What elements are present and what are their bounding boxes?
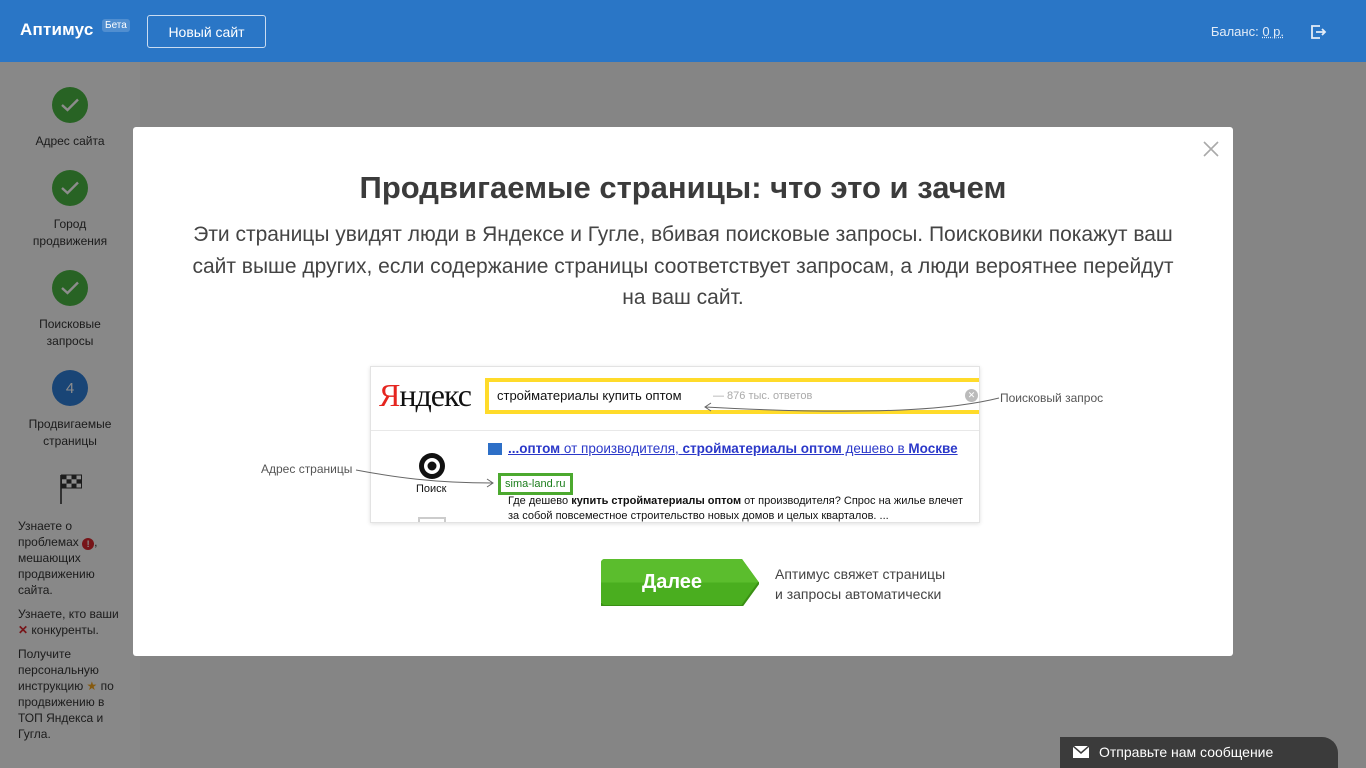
new-site-button[interactable]: Новый сайт — [147, 15, 266, 48]
search-tab-label: Поиск — [416, 483, 447, 495]
serp-search-box: стройматериалы купить оптом — 876 тыс. о… — [485, 378, 979, 414]
serp-result-snippet: Где дешево купить стройматериалы оптом о… — [508, 495, 963, 522]
favicon-icon — [488, 443, 502, 455]
callout-address: Адрес страницы — [261, 462, 353, 476]
modal-title: Продвигаемые страницы: что это и зачем — [359, 170, 1007, 205]
info-modal: Продвигаемые страницы: что это и зачем Э… — [133, 127, 1233, 656]
next-note: Аптимус свяжет страницы и запросы автома… — [775, 566, 946, 602]
callout-query: Поисковый запрос — [1000, 391, 1104, 405]
balance-value[interactable]: 0 р. — [1262, 24, 1284, 39]
serp-tab-icon — [418, 517, 446, 522]
balance-label: Баланс: — [1210, 24, 1259, 39]
search-tab-icon — [419, 453, 445, 479]
top-header: Аптимус Бета Новый сайт Баланс: 0 р. — [0, 0, 1366, 62]
beta-badge: Бета — [102, 19, 130, 32]
serp-result-url: sima-land.ru — [498, 473, 573, 495]
chat-label: Отправьте нам сообщение — [1099, 744, 1274, 760]
logout-icon[interactable] — [1309, 23, 1327, 41]
serp-illustration: Яндекс стройматериалы купить оптом — 876… — [370, 366, 980, 523]
balance: Баланс: 0 р. — [1211, 24, 1284, 39]
chat-widget-button[interactable]: Отправьте нам сообщение — [1060, 737, 1338, 768]
app-logo[interactable]: Аптимус — [20, 20, 94, 40]
clear-icon: ✕ — [965, 389, 978, 402]
yandex-logo: Яндекс — [379, 377, 472, 413]
envelope-icon — [1073, 746, 1089, 758]
next-button-label: Далее — [641, 571, 703, 593]
serp-result-title: ...оптом от производителя, стройматериал… — [508, 441, 958, 456]
serp-search-query: стройматериалы купить оптом — [497, 388, 682, 403]
serp-divider — [371, 430, 979, 431]
modal-description: Эти страницы увидят люди в Яндексе и Гуг… — [192, 223, 1174, 309]
serp-result-count: — 876 тыс. ответов — [713, 390, 813, 402]
next-button[interactable]: Далее — [601, 559, 759, 606]
close-icon[interactable] — [1202, 140, 1220, 158]
